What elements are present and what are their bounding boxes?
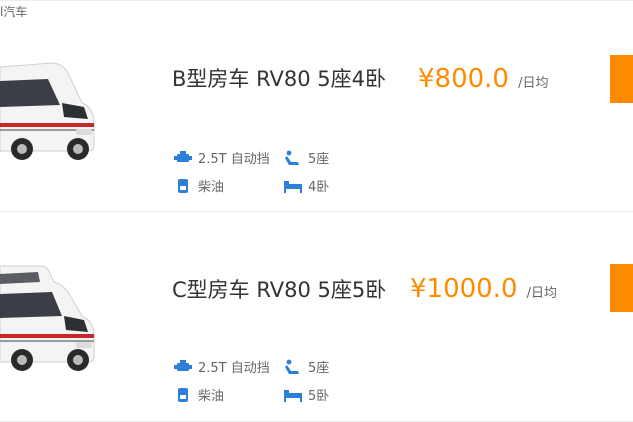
spec-beds: 5卧 bbox=[284, 385, 329, 404]
beds-text: 5卧 bbox=[308, 389, 330, 404]
engine-text: 2.5T 自动挡 bbox=[198, 152, 270, 167]
book-button[interactable] bbox=[610, 55, 633, 103]
rv-card[interactable]: B型房车 RV80 5座4卧 ¥800.0 /日均 2.5T 自动挡 5座 柴油… bbox=[0, 1, 633, 211]
seat-icon bbox=[285, 359, 299, 374]
spec-engine: 2.5T 自动挡 bbox=[174, 148, 270, 167]
spec-fuel: 柴油 bbox=[174, 176, 224, 195]
seat-icon bbox=[285, 150, 299, 165]
bed-icon bbox=[284, 180, 302, 193]
rv-listing-page: l汽车 B型房车 RV80 5座4卧 ¥800.0 /日均 2.5T 自动挡 5… bbox=[0, 0, 633, 422]
rv-van-image[interactable] bbox=[0, 254, 98, 374]
fuel-icon bbox=[178, 387, 188, 402]
fuel-text: 柴油 bbox=[198, 180, 225, 195]
beds-text: 4卧 bbox=[308, 180, 330, 195]
spec-engine: 2.5T 自动挡 bbox=[174, 357, 270, 376]
price-value: ¥800.0 bbox=[418, 64, 509, 94]
price-block: ¥800.0 /日均 bbox=[418, 64, 548, 94]
engine-icon bbox=[174, 359, 192, 371]
price-block: ¥1000.0 /日均 bbox=[410, 274, 557, 304]
price-unit: /日均 bbox=[518, 76, 549, 91]
rv-van-image[interactable] bbox=[0, 45, 98, 165]
engine-text: 2.5T 自动挡 bbox=[198, 361, 270, 376]
fuel-icon bbox=[178, 178, 188, 193]
rv-title[interactable]: C型房车 RV80 5座5卧 bbox=[172, 268, 397, 312]
engine-icon bbox=[174, 150, 192, 162]
spec-seats: 5座 bbox=[284, 357, 329, 376]
bed-icon bbox=[284, 389, 302, 402]
spec-beds: 4卧 bbox=[284, 176, 329, 195]
book-button[interactable] bbox=[610, 264, 633, 312]
price-value: ¥1000.0 bbox=[410, 274, 518, 304]
seats-text: 5座 bbox=[308, 361, 330, 376]
rv-card[interactable]: C型房车 RV80 5座5卧 ¥1000.0 /日均 2.5T 自动挡 5座 柴… bbox=[0, 212, 633, 422]
seats-text: 5座 bbox=[308, 152, 330, 167]
spec-seats: 5座 bbox=[284, 148, 329, 167]
spec-fuel: 柴油 bbox=[174, 385, 224, 404]
fuel-text: 柴油 bbox=[198, 389, 225, 404]
price-unit: /日均 bbox=[526, 286, 558, 301]
rv-title[interactable]: B型房车 RV80 5座4卧 bbox=[172, 57, 397, 101]
